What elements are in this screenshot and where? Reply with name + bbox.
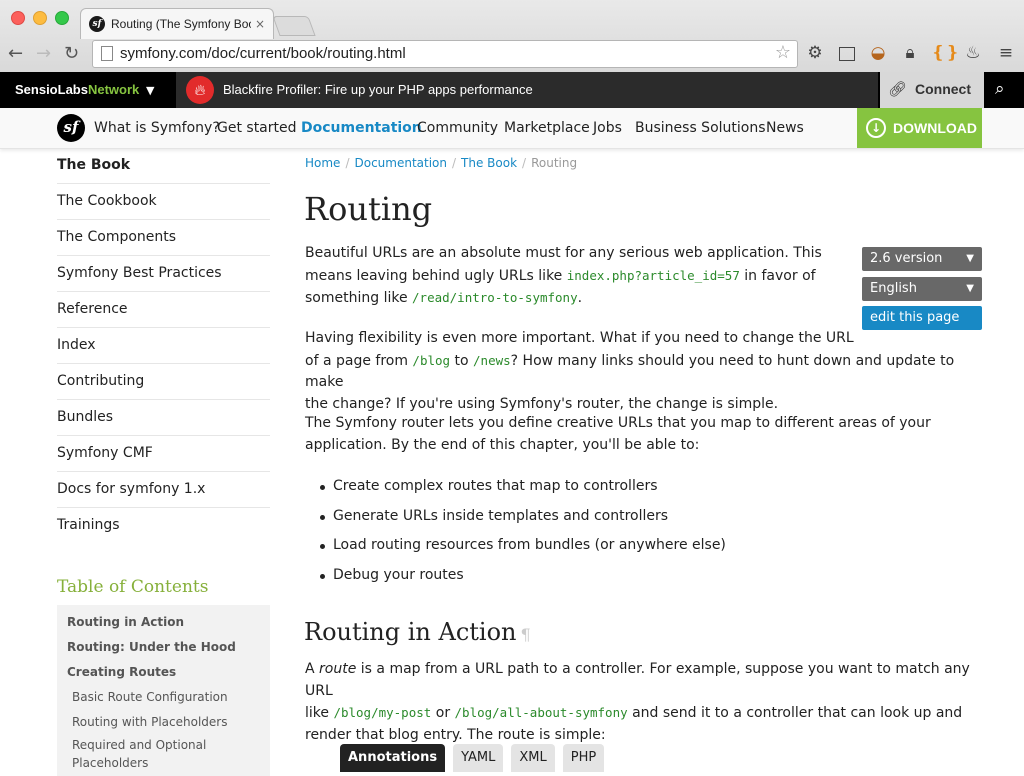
list-item: Create complex routes that map to contro… [320, 478, 726, 508]
download-icon: ↓ [866, 118, 886, 138]
table-of-contents: Routing in Action Routing: Under the Hoo… [57, 605, 270, 776]
menu-icon[interactable]: ≡ [995, 42, 1017, 64]
download-label: DOWNLOAD [893, 120, 977, 136]
sensiolabs-network-logo[interactable]: SensioLabsNetwork [15, 82, 139, 97]
tab-close-icon[interactable]: × [255, 17, 265, 31]
page-icon [101, 46, 113, 61]
logo-network-text: Network [87, 82, 140, 97]
sidebar-item-bundles[interactable]: Bundles [57, 400, 270, 436]
language-select[interactable]: English ▼ [862, 277, 982, 301]
nav-community[interactable]: Community [417, 120, 498, 136]
toc-item-creating-routes[interactable]: Creating Routes [67, 661, 270, 686]
toc-item-under-the-hood[interactable]: Routing: Under the Hood [67, 636, 270, 661]
sidebar-item-docs-symfony-1x[interactable]: Docs for symfony 1.x [57, 472, 270, 508]
connect-label: Connect [915, 81, 971, 97]
toc-sub-required-optional-placeholders[interactable]: Required and Optional Placeholders [67, 736, 270, 774]
nav-news[interactable]: News [766, 120, 804, 136]
url-text[interactable]: symfony.com/doc/current/book/routing.htm… [120, 45, 406, 62]
close-window-button[interactable] [11, 11, 25, 25]
window-controls [11, 11, 69, 25]
breadcrumb-the-book[interactable]: The Book [461, 156, 517, 170]
nav-get-started[interactable]: Get started [217, 120, 297, 136]
basket-icon[interactable]: ◒ [867, 42, 889, 64]
blackfire-text: Blackfire Profiler: Fire up your PHP app… [223, 82, 533, 97]
edit-page-label: edit this page [870, 310, 960, 325]
link-icon: 🔗︎ [888, 80, 908, 98]
browser-chrome: sf Routing (The Symfony Boo × ← → ↻ symf… [0, 0, 1024, 73]
blackfire-flame-icon: 🔥︎ [186, 76, 214, 104]
permalink-icon[interactable]: ¶ [521, 625, 531, 644]
lock-icon[interactable]: 🔒︎ [899, 42, 921, 64]
forward-icon[interactable]: → [36, 43, 51, 64]
language-select-value: English [870, 281, 917, 296]
section-heading-routing-in-action: Routing in Action ¶ [304, 618, 531, 646]
sidebar-item-the-book[interactable]: The Book [57, 148, 270, 184]
sidebar-item-the-components[interactable]: The Components [57, 220, 270, 256]
docs-sidebar: The Book The Cookbook The Components Sym… [57, 148, 270, 776]
nav-documentation[interactable]: Documentation [301, 120, 422, 136]
search-button[interactable]: ⌕ [984, 72, 1024, 108]
sidebar-item-contributing[interactable]: Contributing [57, 364, 270, 400]
chevron-down-icon[interactable]: ▼ [146, 84, 154, 97]
breadcrumb-home[interactable]: Home [305, 156, 340, 170]
breadcrumb-current: Routing [531, 156, 578, 170]
inline-code: /news [473, 352, 511, 368]
version-select-value: 2.6 version [870, 251, 943, 266]
tab-title: Routing (The Symfony Boo [111, 17, 251, 31]
sidebar-item-index[interactable]: Index [57, 328, 270, 364]
router-paragraph: The Symfony router lets you define creat… [305, 415, 931, 453]
route-paragraph: A route is a map from a URL path to a co… [305, 661, 970, 743]
zoom-window-button[interactable] [55, 11, 69, 25]
nav-business-solutions[interactable]: Business Solutions [635, 120, 766, 136]
address-bar[interactable]: symfony.com/doc/current/book/routing.htm… [92, 40, 798, 68]
gear-icon[interactable]: ⚙ [804, 42, 826, 64]
version-select[interactable]: 2.6 version ▼ [862, 247, 982, 271]
blackfire-banner[interactable]: 🔥︎ Blackfire Profiler: Fire up your PHP … [176, 72, 878, 108]
sidebar-item-reference[interactable]: Reference [57, 292, 270, 328]
screen-icon[interactable] [839, 47, 855, 61]
toc-sub-routing-with-placeholders[interactable]: Routing with Placeholders [67, 711, 270, 736]
download-button[interactable]: ↓ DOWNLOAD [857, 108, 982, 148]
extension-icon[interactable]: ❴❵ [931, 42, 960, 64]
inline-code: index.php?article_id=57 [566, 267, 740, 283]
symfony-favicon-icon: sf [89, 16, 105, 32]
browser-tab[interactable]: sf Routing (The Symfony Boo × [80, 8, 274, 39]
edit-page-button[interactable]: edit this page [862, 306, 982, 330]
flame-icon[interactable]: ♨ [962, 42, 984, 64]
breadcrumb: Home / Documentation / The Book / Routing [305, 156, 578, 170]
list-item: Debug your routes [320, 567, 726, 597]
sidebar-item-best-practices[interactable]: Symfony Best Practices [57, 256, 270, 292]
logo-main-text: SensioLabs [15, 82, 88, 97]
star-icon[interactable]: ☆ [775, 42, 791, 63]
inline-code: /blog/my-post [333, 705, 432, 720]
list-item: Load routing resources from bundles (or … [320, 537, 726, 567]
toc-sub-basic-route-configuration[interactable]: Basic Route Configuration [67, 686, 270, 711]
inline-code: /blog/all-about-symfony [454, 705, 628, 720]
nav-what-is-symfony[interactable]: What is Symfony? [94, 120, 220, 136]
toc-item-routing-in-action[interactable]: Routing in Action [67, 611, 270, 636]
inline-code: /blog [412, 352, 451, 368]
symfony-logo-icon[interactable]: sf [57, 114, 85, 142]
sidebar-item-trainings[interactable]: Trainings [57, 508, 270, 543]
sidebar-item-the-cookbook[interactable]: The Cookbook [57, 184, 270, 220]
sidebar-item-symfony-cmf[interactable]: Symfony CMF [57, 436, 270, 472]
page-title: Routing [304, 190, 433, 228]
back-icon[interactable]: ← [8, 43, 23, 64]
inline-code: /read/intro-to-symfony [412, 290, 578, 305]
nav-marketplace[interactable]: Marketplace [504, 120, 590, 136]
nav-jobs[interactable]: Jobs [593, 120, 622, 136]
chevron-down-icon: ▼ [966, 253, 974, 264]
search-icon: ⌕ [995, 79, 1005, 99]
minimize-window-button[interactable] [33, 11, 47, 25]
flexibility-paragraph: Having flexibility is even more importan… [305, 330, 955, 412]
chevron-down-icon: ▼ [966, 283, 974, 294]
list-item: Generate URLs inside templates and contr… [320, 508, 726, 538]
reload-icon[interactable]: ↻ [64, 43, 79, 64]
connect-button[interactable]: 🔗︎ Connect [880, 72, 984, 108]
breadcrumb-documentation[interactable]: Documentation [354, 156, 447, 170]
new-tab-button[interactable] [272, 16, 316, 36]
toc-title: Table of Contents [57, 577, 209, 597]
chapter-goals-list: Create complex routes that map to contro… [320, 478, 726, 597]
intro-paragraph: Beautiful URLs are an absolute must for … [305, 245, 822, 306]
